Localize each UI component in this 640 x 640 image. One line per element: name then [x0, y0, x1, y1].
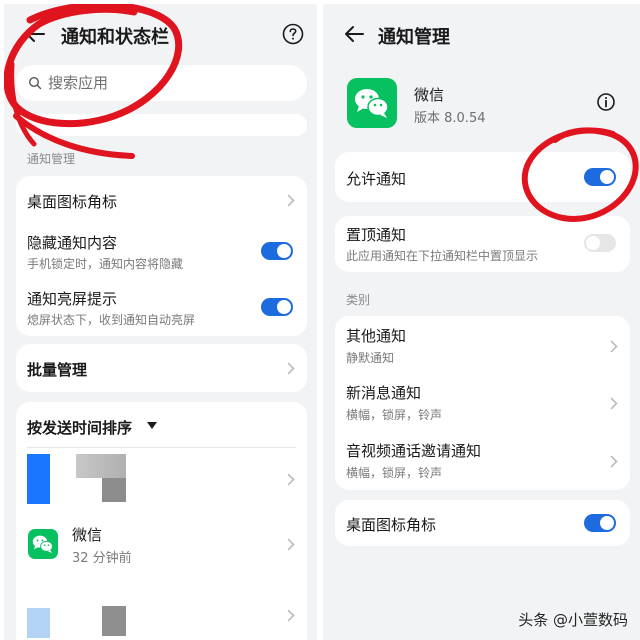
allow-notifications-toggle[interactable] — [584, 168, 616, 186]
header: 通知管理 — [323, 14, 640, 54]
app-list-card: 按发送时间排序 微信 32 分钟前 — [16, 402, 307, 640]
pin-notifications-label: 置顶通知 — [346, 226, 407, 244]
blurred-app-icon — [27, 454, 50, 504]
categories-card: 其他通知 静默通知 新消息通知 横幅，锁屏，铃声 音视频通话邀请通知 横幅，锁屏… — [335, 316, 630, 490]
app-list-item-blurred[interactable] — [16, 448, 307, 510]
chevron-right-icon — [287, 194, 295, 207]
batch-management-card[interactable]: 批量管理 — [16, 344, 307, 392]
blurred-app-time — [102, 478, 126, 502]
setting-subtitle: 手机锁定时，通知内容将隐藏 — [27, 257, 184, 271]
page-title: 通知管理 — [378, 27, 450, 48]
setting-row-hide-content: 隐藏通知内容 手机锁定时，通知内容将隐藏 — [16, 224, 307, 280]
app-list-item-blurred[interactable] — [16, 582, 307, 640]
blurred-app-icon — [27, 608, 50, 638]
app-version: 版本 8.0.54 — [414, 111, 486, 126]
page-title: 通知和状态栏 — [61, 27, 169, 48]
app-name: 微信 — [72, 526, 103, 544]
category-row-new-message[interactable]: 新消息通知 横幅，锁屏，铃声 — [335, 374, 630, 432]
wechat-app-icon — [28, 529, 58, 559]
category-title: 其他通知 — [346, 327, 407, 345]
dropdown-arrow-icon — [147, 422, 157, 429]
chevron-right-icon — [610, 397, 618, 410]
category-subtitle: 横幅，锁屏，铃声 — [346, 466, 443, 480]
desktop-badge-label: 桌面图标角标 — [346, 516, 437, 534]
search-icon — [28, 76, 42, 90]
allow-notifications-label: 允许通知 — [346, 170, 407, 188]
pin-notifications-toggle[interactable] — [584, 234, 616, 252]
category-title: 音视频通话邀请通知 — [346, 442, 482, 460]
blurred-app-name — [76, 454, 126, 478]
header: 通知和状态栏 — [4, 14, 317, 54]
setting-title: 桌面图标角标 — [27, 193, 118, 211]
wake-screen-toggle[interactable] — [261, 298, 293, 316]
notification-statusbar-panel: 通知和状态栏 通知管理 桌面图标角标 隐藏通知内容 手机锁定时，通知内容将隐藏 … — [4, 4, 317, 640]
app-last-notification-time: 32 分钟前 — [72, 551, 132, 566]
chevron-right-icon — [287, 609, 295, 622]
setting-subtitle: 熄屏状态下，收到通知自动亮屏 — [27, 313, 196, 327]
app-list-item-wechat[interactable]: 微信 32 分钟前 — [16, 516, 307, 572]
desktop-badge-toggle[interactable] — [584, 514, 616, 532]
pin-notifications-card: 置顶通知 此应用通知在下拉通知栏中置顶显示 — [335, 216, 630, 272]
chevron-right-icon — [610, 340, 618, 353]
batch-management-label: 批量管理 — [27, 361, 88, 379]
setting-row-badge[interactable]: 桌面图标角标 — [16, 176, 307, 224]
desktop-badge-card: 桌面图标角标 — [335, 500, 630, 546]
help-icon[interactable] — [281, 22, 305, 46]
section-label-notification-management: 通知管理 — [27, 152, 76, 166]
search-input[interactable] — [48, 65, 288, 101]
setting-title: 隐藏通知内容 — [27, 234, 118, 252]
back-arrow-icon[interactable] — [22, 22, 48, 46]
category-subtitle: 横幅，锁屏，铃声 — [346, 408, 443, 422]
chevron-right-icon — [287, 473, 295, 486]
info-icon[interactable] — [596, 92, 616, 112]
category-row-call-invite[interactable]: 音视频通话邀请通知 横幅，锁屏，铃声 — [335, 432, 630, 490]
pin-notifications-subtitle: 此应用通知在下拉通知栏中置顶显示 — [346, 249, 539, 263]
setting-row-wake-screen: 通知亮屏提示 熄屏状态下，收到通知自动亮屏 — [16, 280, 307, 336]
category-subtitle: 静默通知 — [346, 351, 395, 365]
allow-notifications-card: 允许通知 — [335, 152, 630, 202]
back-arrow-icon[interactable] — [341, 22, 367, 46]
sort-label: 按发送时间排序 — [27, 419, 133, 437]
notification-settings-card: 桌面图标角标 隐藏通知内容 手机锁定时，通知内容将隐藏 通知亮屏提示 熄屏状态下… — [16, 176, 307, 336]
app-name: 微信 — [414, 86, 445, 104]
sort-selector[interactable]: 按发送时间排序 — [16, 402, 307, 448]
chevron-right-icon — [287, 362, 295, 375]
category-title: 新消息通知 — [346, 384, 422, 402]
blurred-app-name — [102, 606, 126, 636]
category-row-other[interactable]: 其他通知 静默通知 — [335, 316, 630, 374]
hide-content-toggle[interactable] — [261, 242, 293, 260]
watermark: 头条 @小萱数码 — [518, 611, 628, 629]
chevron-right-icon — [287, 538, 295, 551]
chevron-right-icon — [610, 455, 618, 468]
setting-title: 通知亮屏提示 — [27, 290, 118, 308]
wechat-app-icon — [347, 78, 397, 128]
partial-hidden-card — [16, 114, 307, 136]
app-notification-management-panel: 通知管理 微信 版本 8.0.54 允许通知 置顶通知 此应用通知在下拉通知栏中… — [323, 4, 640, 640]
section-label-category: 类别 — [346, 293, 371, 307]
search-box[interactable] — [16, 65, 307, 101]
